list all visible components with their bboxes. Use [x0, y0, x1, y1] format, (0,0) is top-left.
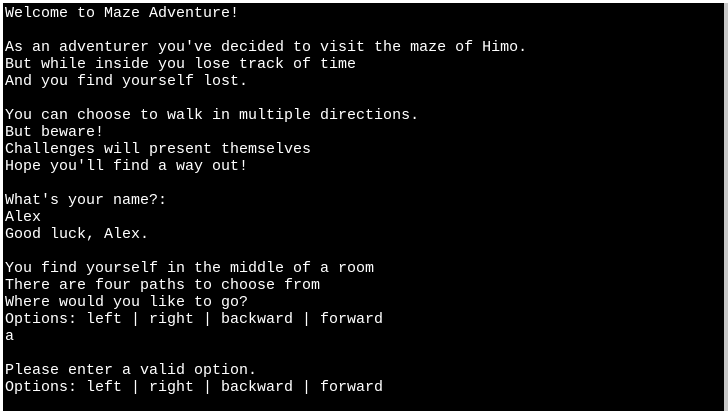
terminal-line: Alex: [5, 209, 42, 226]
terminal-line: As an adventurer you've decided to visit…: [5, 39, 528, 56]
terminal-line: But beware!: [5, 124, 105, 141]
terminal-line: a: [5, 328, 15, 345]
terminal-line: Where would you like to go?: [5, 294, 249, 311]
terminal-line: But while inside you lose track of time: [5, 56, 357, 73]
terminal-line: And you find yourself lost.: [5, 73, 249, 90]
terminal-lines: Welcome to Maze Adventure! As an adventur…: [5, 5, 527, 396]
terminal-output[interactable]: Welcome to Maze Adventure! As an adventur…: [3, 3, 724, 411]
terminal-line: Please enter a valid option.: [5, 362, 258, 379]
terminal-line: Challenges will present themselves: [5, 141, 312, 158]
terminal-line: Good luck, Alex.: [5, 226, 150, 243]
terminal-line: Options: left | right | backward | forwa…: [5, 379, 384, 396]
terminal-line: You find yourself in the middle of a roo…: [5, 260, 375, 277]
scrollbar[interactable]: [724, 3, 728, 411]
terminal-line: What's your name?:: [5, 192, 168, 209]
terminal-line: Options: left | right | backward | forwa…: [5, 311, 384, 328]
terminal-line: You can choose to walk in multiple direc…: [5, 107, 420, 124]
terminal-line: Welcome to Maze Adventure!: [5, 5, 240, 22]
terminal-line: There are four paths to choose from: [5, 277, 321, 294]
terminal-line: Hope you'll find a way out!: [5, 158, 249, 175]
